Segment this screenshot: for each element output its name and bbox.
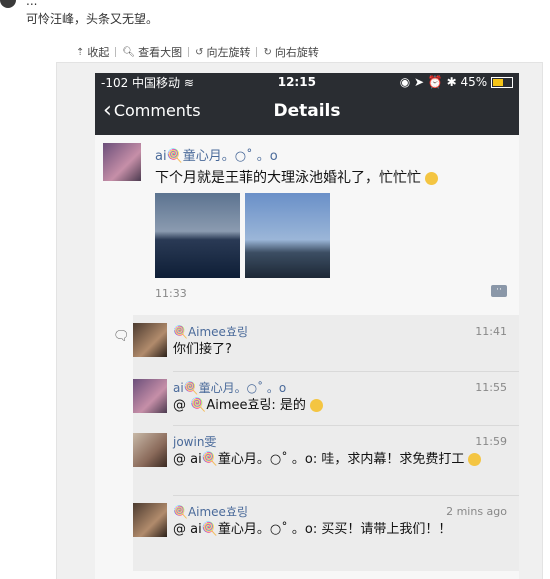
clock-label: 12:15 bbox=[277, 75, 316, 89]
post-detail: ai🍭童心月。○˚ 。o 下个月就是王菲的大理泳池婚礼了，忙忙忙 11:33 ·… bbox=[95, 135, 519, 579]
battery-icon bbox=[491, 77, 513, 88]
avatar[interactable] bbox=[133, 323, 167, 357]
author-avatar bbox=[0, 0, 16, 8]
comment-list: 🍭Aimee효링 11:41 你们接了? ai🍭童心月。○˚ 。o 11:55 … bbox=[133, 315, 519, 571]
post-text: 下个月就是王菲的大理泳池婚礼了，忙忙忙 bbox=[155, 167, 439, 187]
comment-text: @ ai🍭童心月。○˚ 。o: 哇，求内幕！求免费打工 bbox=[173, 451, 483, 469]
battery-label: 45% bbox=[460, 75, 488, 89]
phone-nav-bar: ‹ Comments Details bbox=[95, 91, 519, 135]
avatar[interactable] bbox=[103, 143, 141, 181]
rotate-right-label: 向右旋转 bbox=[274, 46, 319, 59]
comment-author[interactable]: 🍭Aimee효링 bbox=[173, 323, 248, 340]
wifi-icon: ≋ bbox=[183, 75, 194, 90]
view-large-label: 查看大图 bbox=[138, 46, 183, 59]
comment-text: @ 🍭Aimee효링: 是的 bbox=[173, 397, 483, 415]
view-large-button[interactable]: 🔍︎ 查看大图 bbox=[116, 44, 188, 60]
avatar[interactable] bbox=[133, 379, 167, 413]
emoji-icon bbox=[425, 171, 439, 185]
rotate-left-icon: ↺ bbox=[195, 46, 204, 58]
article-snippet: ... 可怜汪峰，头条又无望。 bbox=[26, 0, 546, 28]
phone-screenshot[interactable]: -102 中国移动 ≋ 12:15 ◉ ➤ ⏰ ✱ 45% ‹ Comments… bbox=[57, 63, 542, 579]
rotate-left-label: 向左旋转 bbox=[206, 46, 251, 59]
search-icon: 🔍︎ bbox=[122, 46, 136, 58]
post-author[interactable]: ai🍭童心月。○˚ 。o bbox=[155, 145, 278, 164]
collapse-label: 收起 bbox=[87, 46, 110, 59]
rotate-left-button[interactable]: ↺ 向左旋转 bbox=[189, 44, 256, 60]
comment-text: 你们接了? bbox=[173, 342, 232, 357]
phone-status-bar: -102 中国移动 ≋ 12:15 ◉ ➤ ⏰ ✱ 45% bbox=[95, 73, 519, 91]
comment-text: @ ai🍭童心月。○˚ 。o: 买买！请带上我们！！ bbox=[173, 522, 452, 537]
comment-time: 11:59 bbox=[475, 435, 507, 448]
comment-icon: 🗨︎ bbox=[113, 329, 130, 344]
emoji-icon bbox=[310, 399, 324, 412]
avatar[interactable] bbox=[133, 433, 167, 467]
comment-menu-button[interactable]: ·· bbox=[491, 285, 507, 297]
carrier-label: -102 中国移动 ≋ bbox=[101, 75, 194, 90]
status-icons: ◉ ➤ ⏰ ✱ 45% bbox=[400, 75, 513, 89]
divider bbox=[173, 495, 519, 496]
list-item: 🍭Aimee효링 11:41 你们接了? bbox=[133, 323, 519, 373]
article-line-2: 可怜汪峰，头条又无望。 bbox=[26, 12, 159, 26]
collapse-icon: ⇡ bbox=[76, 46, 85, 58]
page-title: Details bbox=[273, 101, 341, 121]
image-toolbar: ⇡ 收起 🔍︎ 查看大图 ↺ 向左旋转 ↻ 向右旋转 bbox=[70, 44, 325, 60]
comment-time: 11:55 bbox=[475, 381, 507, 394]
avatar[interactable] bbox=[133, 503, 167, 537]
comment-time: 11:41 bbox=[475, 325, 507, 338]
collapse-button[interactable]: ⇡ 收起 bbox=[70, 44, 115, 60]
comment-author[interactable]: ai🍭童心月。○˚ 。o bbox=[173, 379, 286, 396]
list-item: ai🍭童心月。○˚ 。o 11:55 @ 🍭Aimee효링: 是的 bbox=[133, 379, 519, 429]
post-time: 11:33 bbox=[155, 287, 187, 300]
comment-author[interactable]: jowin雯 bbox=[173, 433, 216, 450]
article-line-1: ... bbox=[26, 0, 38, 8]
list-item: jowin雯 11:59 @ ai🍭童心月。○˚ 。o: 哇，求内幕！求免费打工 bbox=[133, 433, 519, 493]
divider bbox=[173, 425, 519, 426]
comment-author[interactable]: 🍭Aimee효링 bbox=[173, 503, 248, 520]
list-item: 🍭Aimee효링 2 mins ago @ ai🍭童心月。○˚ 。o: 买买！请… bbox=[133, 503, 519, 553]
rotate-right-icon: ↻ bbox=[263, 46, 272, 58]
divider bbox=[173, 371, 519, 372]
post-photo[interactable] bbox=[155, 193, 240, 278]
rotate-right-button[interactable]: ↻ 向右旋转 bbox=[257, 44, 324, 60]
comment-time: 2 mins ago bbox=[446, 505, 507, 518]
emoji-icon bbox=[468, 453, 482, 466]
post-photo[interactable] bbox=[245, 193, 330, 278]
